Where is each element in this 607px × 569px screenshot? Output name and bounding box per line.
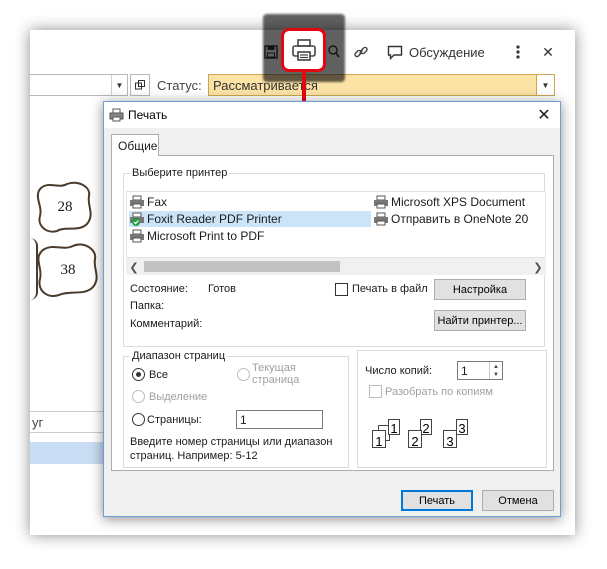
range-hint: Введите номер страницы или диапазон стра… — [130, 436, 333, 462]
dialog-title: Печать — [128, 108, 168, 122]
annotation-bubble: 28 — [35, 180, 95, 234]
printer-icon — [291, 39, 316, 61]
annotation-bubble: 38 — [35, 241, 101, 299]
find-printer-button[interactable]: Найти принтер... — [434, 310, 526, 331]
table-row-selected[interactable] — [30, 442, 105, 464]
more-options-icon[interactable] — [512, 42, 524, 62]
printer-item-onenote[interactable]: Отправить в OneNote 20 — [373, 211, 528, 227]
printer-item-foxit[interactable]: Foxit Reader PDF Printer — [129, 211, 371, 227]
print-button[interactable]: Печать — [401, 490, 473, 511]
printer-name: Microsoft XPS Document — [391, 195, 526, 209]
printer-name: Foxit Reader PDF Printer — [147, 212, 282, 226]
folder-label: Папка: — [130, 300, 165, 312]
page-icon: 1 — [372, 430, 386, 448]
status-label: Статус: — [157, 78, 202, 93]
close-icon[interactable]: ✕ — [534, 105, 554, 125]
printer-list-scrollbar[interactable]: ❮ ❯ — [126, 257, 546, 275]
range-current-label: Текущая страница — [252, 362, 300, 386]
printer-item-ms-pdf[interactable]: Microsoft Print to PDF — [129, 228, 264, 244]
table-header: уг — [30, 411, 105, 433]
range-current-radio[interactable] — [237, 368, 250, 381]
link-icon[interactable] — [351, 42, 371, 62]
printer-icon — [109, 108, 124, 122]
range-all-radio[interactable] — [132, 368, 145, 381]
range-all-label: Все — [149, 369, 168, 381]
dialog-title-bar: Печать ✕ — [104, 102, 560, 128]
scroll-right-icon[interactable]: ❯ — [530, 259, 546, 275]
page-icon: 2 — [408, 430, 422, 448]
print-dialog: Печать ✕ Общие Выберите принтер Fax Foxi… — [103, 101, 561, 517]
scroll-left-icon[interactable]: ❮ — [126, 259, 142, 275]
print-to-file-checkbox[interactable] — [335, 283, 348, 296]
spin-arrows-icon[interactable]: ▲ ▼ — [489, 362, 502, 379]
range-pages-radio[interactable] — [132, 413, 145, 426]
copy-icon — [135, 80, 145, 90]
discussion-label: Обсуждение — [409, 44, 485, 60]
chevron-down-icon[interactable]: ▼ — [111, 75, 127, 95]
pages-input[interactable]: 1 — [236, 410, 323, 429]
printer-name: Microsoft Print to PDF — [147, 229, 265, 243]
chevron-down-icon[interactable]: ▼ — [536, 75, 554, 95]
bubble-number: 28 — [57, 198, 73, 215]
comment-label: Комментарий: — [130, 318, 203, 330]
bubble-number: 38 — [60, 261, 76, 278]
copies-value: 1 — [461, 364, 468, 378]
printer-icon — [374, 195, 388, 209]
tab-general[interactable]: Общие — [111, 134, 159, 156]
printer-item-fax[interactable]: Fax — [129, 194, 167, 210]
print-to-file-label: Печать в файл — [352, 283, 428, 295]
open-copy-button[interactable] — [130, 74, 150, 96]
tab-panel-general: Выберите принтер Fax Foxit Reader PDF Pr… — [111, 155, 554, 471]
printer-name: Fax — [147, 195, 168, 209]
copies-stepper[interactable]: 1 ▲ ▼ — [457, 361, 503, 380]
printer-group-label: Выберите принтер — [132, 167, 228, 179]
comment-icon — [387, 45, 403, 60]
state-value: Готов — [208, 283, 236, 295]
close-window-icon[interactable]: ✕ — [540, 42, 556, 62]
printer-item-xps[interactable]: Microsoft XPS Document — [373, 194, 525, 210]
range-selection-label: Выделение — [149, 391, 208, 403]
range-selection-radio[interactable] — [132, 390, 145, 403]
bubble-fragment — [30, 238, 38, 300]
printer-icon — [130, 195, 144, 209]
state-label: Состояние: — [130, 283, 188, 295]
default-printer-icon — [130, 212, 144, 226]
page-icon: 1 — [388, 419, 400, 435]
printer-icon — [374, 212, 388, 226]
page-icon: 3 — [443, 430, 457, 448]
setup-button[interactable]: Настройка — [434, 279, 526, 300]
printer-name: Отправить в OneNote 20 — [391, 212, 529, 226]
left-combo-field[interactable]: ▼ — [30, 74, 128, 96]
status-select[interactable]: Рассматривается ▼ — [208, 74, 555, 96]
collate-checkbox[interactable] — [369, 385, 382, 398]
page-icon: 3 — [456, 419, 468, 435]
print-button-highlighted[interactable] — [281, 28, 326, 72]
copies-label: Число копий: — [365, 365, 433, 377]
range-pages-label: Страницы: — [147, 414, 202, 426]
scrollbar-thumb[interactable] — [144, 261, 340, 272]
cancel-button[interactable]: Отмена — [482, 490, 554, 511]
discussion-button[interactable]: Обсуждение — [387, 42, 485, 62]
collate-label: Разобрать по копиям — [385, 386, 493, 398]
printer-icon — [130, 229, 144, 243]
page-range-label: Диапазон страниц — [132, 350, 226, 362]
